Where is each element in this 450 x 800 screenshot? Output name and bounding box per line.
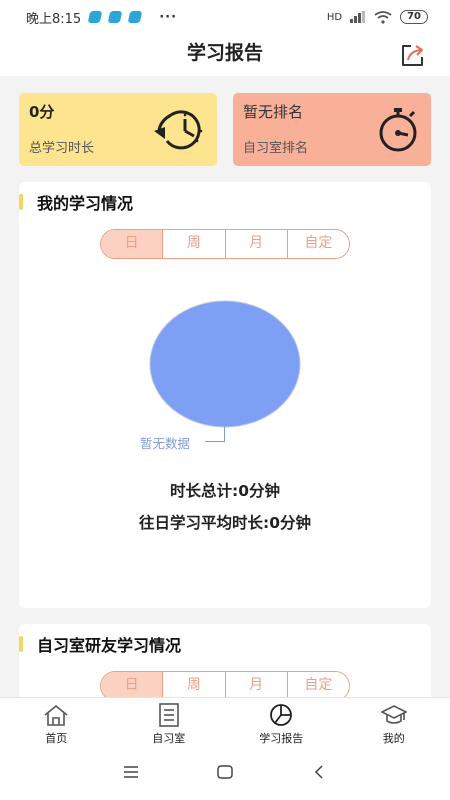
nav-home-label: 首页 <box>45 732 68 745</box>
pie-chart-icon <box>270 704 293 726</box>
nav-mine[interactable]: 我的 <box>338 698 450 749</box>
wifi-icon <box>374 10 392 24</box>
system-navigation-bar <box>0 749 450 800</box>
nav-mine-label: 我的 <box>382 732 405 745</box>
page-header: 学习报告 <box>0 34 450 76</box>
home-icon <box>44 704 68 726</box>
average-duration-text: 往日学习平均时长:0分钟 <box>139 514 311 532</box>
back-icon[interactable] <box>313 765 325 779</box>
tab-week[interactable]: 周 <box>162 672 225 700</box>
app-notification-icon <box>107 11 123 23</box>
nav-study-room-label: 自习室 <box>152 732 186 745</box>
nav-study-report-label: 学习报告 <box>259 732 304 745</box>
clock-rewind-icon <box>154 110 203 150</box>
nav-study-report[interactable]: 学习报告 <box>225 698 338 749</box>
app-notification-icon <box>87 11 103 23</box>
nav-home[interactable]: 首页 <box>0 698 113 749</box>
tab-month[interactable]: 月 <box>224 672 287 700</box>
signal-icon <box>350 11 366 23</box>
battery-level: 70 <box>400 10 428 24</box>
study-room-rank-label: 自习室排名 <box>243 141 309 156</box>
share-icon[interactable] <box>398 40 428 70</box>
study-room-rank-card: 暂无排名 自习室排名 <box>233 93 431 166</box>
app-notification-icon <box>127 11 143 23</box>
tab-custom[interactable]: 自定 <box>286 672 349 700</box>
menu-icon[interactable] <box>123 765 139 779</box>
section-accent-bar <box>19 636 23 652</box>
status-bar: 晚上8:15 ··· HD 70 <box>0 0 450 34</box>
graduation-cap-icon <box>380 705 407 724</box>
pie-empty-slice <box>149 300 301 428</box>
page-title: 学习报告 <box>186 42 263 64</box>
my-study-panel: 我的学习情况 日 周 月 自定 暂无数据 时长总计:0分钟 往日学习平均时长:0… <box>19 182 431 608</box>
total-study-time-card: 0分 总学习时长 <box>19 93 217 166</box>
no-data-leader-line <box>205 441 225 442</box>
stopwatch-icon <box>379 108 417 152</box>
friends-study-title: 自习室研友学习情况 <box>37 636 182 655</box>
total-study-time-label: 总学习时长 <box>29 141 95 156</box>
study-pie-chart <box>149 300 301 428</box>
notebook-icon <box>158 703 179 727</box>
more-notifications: ··· <box>159 9 178 25</box>
no-data-leader-line <box>224 426 225 442</box>
nav-study-room[interactable]: 自习室 <box>113 698 226 749</box>
tab-day[interactable]: 日 <box>101 672 163 700</box>
pie-no-data-label: 暂无数据 <box>140 436 191 451</box>
home-square-icon[interactable] <box>217 765 233 779</box>
network-type: HD <box>326 11 343 23</box>
total-duration-text: 时长总计:0分钟 <box>170 482 280 500</box>
status-time: 晚上8:15 <box>26 11 82 27</box>
bottom-navigation: 首页 自习室 学习报告 我的 <box>0 697 450 749</box>
